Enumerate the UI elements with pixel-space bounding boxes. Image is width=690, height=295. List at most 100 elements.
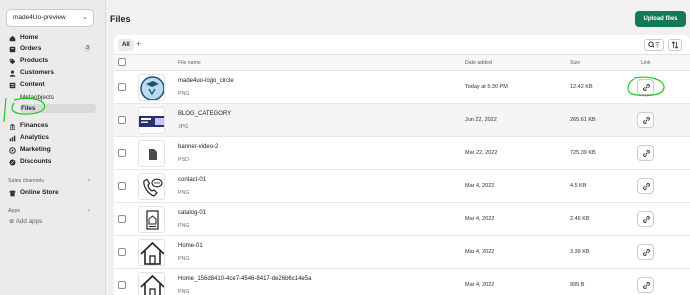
file-thumbnail [138, 206, 165, 233]
home-icon [9, 35, 16, 42]
link-icon [643, 216, 650, 223]
chevron-right-icon[interactable]: › [88, 208, 90, 214]
link-icon [643, 150, 650, 157]
search-filter-button[interactable] [644, 39, 664, 51]
annotation-circle [3, 97, 46, 123]
sidebar-item-customers[interactable]: Customers [9, 68, 93, 78]
phone-icon [143, 178, 163, 197]
sidebar-item-marketing[interactable]: Marketing [9, 145, 93, 155]
sales-channels-title: Sales channels [8, 178, 44, 184]
copy-link-button[interactable] [637, 244, 654, 260]
sidebar-item-label: Products [20, 57, 49, 64]
date-added: Mar 4, 2022 [465, 249, 495, 255]
search-icon [648, 41, 660, 48]
main-content: Files Upload files All + File name Date … [106, 0, 690, 295]
table-row[interactable]: made4uo-logo_circle PNG Today at 5:30 PM… [114, 71, 690, 104]
file-name[interactable]: catalog-01 [178, 210, 206, 216]
table-row[interactable]: Home_156d8410-4ce7-4546-8417-de26b6c14e5… [114, 269, 690, 295]
sidebar-item-label: Orders [20, 45, 42, 52]
file-type: PNG [178, 91, 190, 97]
chevron-right-icon[interactable]: › [88, 178, 90, 184]
date-added: Mar 4, 2022 [465, 216, 495, 222]
file-thumbnail [138, 107, 165, 134]
discount-icon [9, 158, 16, 166]
file-size: 3.39 KB [570, 249, 590, 255]
column-link: Link [641, 60, 651, 66]
plus-icon: ⊕ [9, 218, 15, 225]
person-icon [9, 70, 16, 77]
file-name[interactable]: Home_156d8410-4ce7-4546-8417-de26b6c14e5… [178, 276, 311, 282]
file-type: PSD [178, 157, 189, 163]
row-checkbox[interactable] [118, 215, 126, 223]
sidebar-item-label: Content [20, 81, 45, 88]
file-name[interactable]: made4uo-logo_circle [178, 78, 234, 84]
file-thumbnail [138, 239, 165, 266]
select-all-checkbox[interactable] [118, 58, 126, 66]
annotation-circle [627, 76, 665, 97]
file-thumbnail [138, 272, 165, 295]
house-icon [140, 274, 164, 295]
row-checkbox[interactable] [118, 83, 126, 91]
add-apps-link[interactable]: ⊕ Add apps [9, 218, 42, 225]
date-added: Mar 4, 2022 [465, 282, 495, 288]
copy-link-button[interactable] [637, 211, 654, 227]
table-row[interactable]: banner-video-2 PSD Mar 22, 2022 725.39 K… [114, 137, 690, 170]
sort-button[interactable] [668, 39, 682, 51]
sidebar-item-orders[interactable]: Orders 3 [9, 44, 93, 54]
add-view-button[interactable]: + [136, 38, 141, 50]
orders-count-badge: 3 [84, 45, 91, 52]
row-checkbox[interactable] [118, 149, 126, 157]
house-icon [140, 241, 164, 265]
row-checkbox[interactable] [118, 281, 126, 289]
file-name[interactable]: BLOG_CATEGORY [178, 111, 231, 117]
sidebar-item-label: Discounts [20, 158, 52, 165]
logo-circle-image [140, 76, 164, 100]
table-row[interactable]: catalog-01 PNG Mar 4, 2022 2.46 KB [114, 203, 690, 236]
copy-link-button[interactable] [637, 178, 654, 194]
sales-channels-heading: Sales channels › [8, 178, 92, 184]
apps-title: Apps [8, 208, 21, 214]
file-name[interactable]: contact-01 [178, 177, 206, 183]
sidebar-item-products[interactable]: Products [9, 56, 93, 66]
sidebar-item-content[interactable]: Content [9, 80, 93, 90]
copy-link-button[interactable] [637, 145, 654, 161]
column-date-added[interactable]: Date added [465, 60, 492, 66]
table-row[interactable]: Home-01 PNG Mar 4, 2022 3.39 KB [114, 236, 690, 269]
file-name[interactable]: banner-video-2 [178, 144, 218, 150]
date-added: Jun 22, 2022 [465, 117, 497, 123]
table-row[interactable]: contact-01 PNG Mar 4, 2022 4.5 KB [114, 170, 690, 203]
chevron-down-icon: ⌄ [82, 14, 88, 21]
sidebar-item-home[interactable]: Home [9, 33, 93, 43]
file-type: PNG [178, 223, 190, 229]
file-name[interactable]: Home-01 [178, 243, 203, 249]
date-added: Mar 22, 2022 [465, 150, 498, 156]
upload-files-button[interactable]: Upload files [635, 11, 686, 27]
column-size[interactable]: Size [570, 60, 580, 66]
copy-link-button[interactable] [637, 112, 654, 128]
file-size: 995 B [570, 282, 585, 288]
date-added: Mar 4, 2022 [465, 183, 495, 189]
apps-heading: Apps › [8, 208, 92, 214]
sidebar-item-analytics[interactable]: Analytics [9, 133, 93, 143]
store-selector[interactable]: made4Uo-preview ⌄ [6, 9, 94, 27]
file-size: 2.46 KB [570, 216, 590, 222]
store-name: made4Uo-preview [13, 14, 66, 21]
row-checkbox[interactable] [118, 116, 126, 124]
link-icon [643, 117, 650, 124]
chart-icon [9, 135, 16, 142]
link-icon [643, 183, 650, 190]
copy-link-button[interactable] [637, 277, 654, 293]
table-header: File name Date added Size Link [114, 55, 690, 71]
file-thumbnail [138, 74, 165, 101]
table-row[interactable]: BLOG_CATEGORY JPG Jun 22, 2022 265.61 KB [114, 104, 690, 137]
sidebar-item-online-store[interactable]: Online Store [9, 188, 93, 198]
sidebar-item-discounts[interactable]: Discounts [9, 157, 93, 167]
column-file-name[interactable]: File name [178, 60, 201, 66]
file-type: PNG [178, 256, 190, 262]
link-icon [643, 249, 650, 256]
tab-all[interactable]: All [118, 39, 134, 51]
row-checkbox[interactable] [118, 182, 126, 190]
sidebar-item-label: Marketing [20, 146, 51, 153]
file-size: 725.39 KB [570, 150, 596, 156]
row-checkbox[interactable] [118, 248, 126, 256]
